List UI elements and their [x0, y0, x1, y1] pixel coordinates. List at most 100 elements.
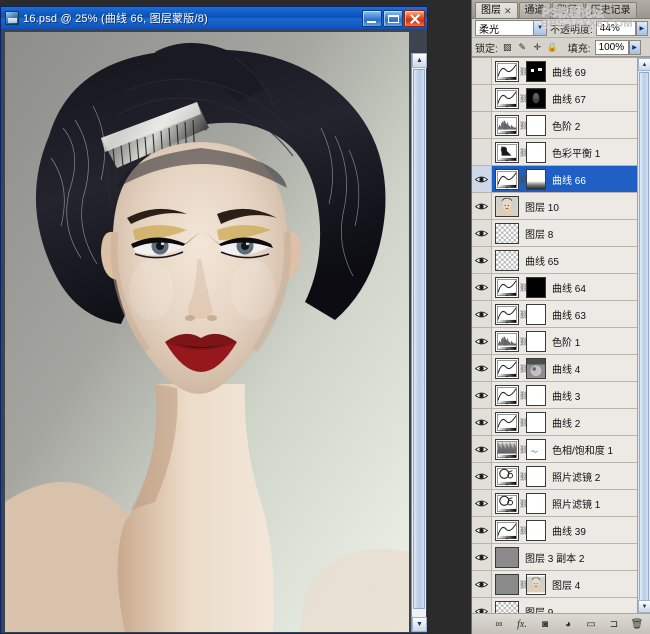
layer-thumbnail[interactable]: [495, 141, 519, 163]
layer-row[interactable]: ⛓ 曲线 4: [472, 355, 637, 382]
layer-mask-thumbnail[interactable]: [526, 87, 546, 109]
mask-link-icon[interactable]: ⛓: [519, 364, 529, 373]
layer-row[interactable]: ⛓ 曲线 67: [472, 85, 637, 112]
layer-mask-thumbnail[interactable]: [526, 411, 546, 433]
layers-vertical-scrollbar[interactable]: ▲ ▼: [637, 58, 650, 613]
lock-transparent-pixels-icon[interactable]: ▨: [502, 42, 513, 53]
layer-row[interactable]: ⛓ 曲线 64: [472, 274, 637, 301]
layer-visibility-toggle[interactable]: [472, 139, 492, 165]
layer-thumbnail[interactable]: [495, 438, 519, 460]
layer-mask-thumbnail[interactable]: [526, 168, 546, 190]
tab-history[interactable]: 历史记录: [584, 2, 637, 18]
layer-thumbnail[interactable]: [495, 60, 519, 82]
layer-row[interactable]: ⛓ 曲线 69: [472, 58, 637, 85]
mask-link-icon[interactable]: ⛓: [519, 445, 529, 454]
layer-mask-thumbnail[interactable]: [526, 465, 546, 487]
layer-list[interactable]: ⛓ 曲线 69 ⛓ 曲线 67 ⛓ 色阶 2 ⛓ 色彩平衡 1 ⛓ 曲线 66 图层 10 图层 8 曲…: [472, 57, 650, 613]
layer-thumbnail[interactable]: [495, 546, 519, 568]
layer-thumbnail[interactable]: [495, 465, 519, 487]
layer-mask-thumbnail[interactable]: ～: [526, 438, 546, 460]
layer-visibility-toggle[interactable]: [472, 274, 492, 300]
add-layer-style-icon[interactable]: fx.: [515, 617, 529, 631]
document-vertical-scrollbar[interactable]: ▲ ▼: [411, 53, 427, 632]
mask-link-icon[interactable]: ⛓: [519, 283, 529, 292]
layer-row[interactable]: ⛓ 图层 4: [472, 571, 637, 598]
mask-link-icon[interactable]: ⛓: [519, 67, 529, 76]
link-layers-icon[interactable]: ∞: [492, 617, 506, 631]
scroll-up-arrow-icon[interactable]: ▲: [412, 53, 427, 68]
layer-row[interactable]: ⛓ 曲线 3: [472, 382, 637, 409]
layers-scroll-thumb[interactable]: [639, 72, 649, 613]
layer-mask-thumbnail[interactable]: [526, 519, 546, 541]
layer-row[interactable]: 图层 8: [472, 220, 637, 247]
layer-thumbnail[interactable]: [495, 573, 519, 595]
document-scroll-thumb[interactable]: [413, 69, 425, 609]
layer-visibility-toggle[interactable]: [472, 328, 492, 354]
layer-visibility-toggle[interactable]: [472, 85, 492, 111]
lock-all-icon[interactable]: 🔒: [547, 42, 558, 53]
layer-row[interactable]: ⛓ 曲线 39: [472, 517, 637, 544]
layer-row[interactable]: ⛓ 色阶 2: [472, 112, 637, 139]
mask-link-icon[interactable]: ⛓: [519, 94, 529, 103]
delete-layer-icon[interactable]: 🗑: [630, 617, 644, 631]
layer-visibility-toggle[interactable]: [472, 436, 492, 462]
layer-visibility-toggle[interactable]: [472, 220, 492, 246]
layer-thumbnail[interactable]: [495, 168, 519, 190]
mask-link-icon[interactable]: ⛓: [519, 580, 529, 589]
document-window[interactable]: 16.psd @ 25% (曲线 66, 图层蒙版/8) ▲ ▼: [0, 6, 428, 634]
mask-link-icon[interactable]: ⛓: [519, 526, 529, 535]
mask-link-icon[interactable]: ⛓: [519, 148, 529, 157]
layer-visibility-toggle[interactable]: [472, 490, 492, 516]
layer-visibility-toggle[interactable]: [472, 193, 492, 219]
layer-thumbnail[interactable]: [495, 222, 519, 244]
opacity-input[interactable]: 44% ▶: [595, 20, 648, 36]
blend-mode-select[interactable]: 柔光 ▼: [475, 20, 547, 36]
layer-visibility-toggle[interactable]: [472, 112, 492, 138]
image-canvas[interactable]: [5, 32, 409, 632]
layer-thumbnail[interactable]: [495, 87, 519, 109]
layer-visibility-toggle[interactable]: [472, 247, 492, 273]
add-layer-mask-icon[interactable]: ◙: [538, 617, 552, 631]
lock-position-icon[interactable]: ✛: [532, 42, 543, 53]
maximize-button[interactable]: [383, 9, 403, 27]
layer-thumbnail[interactable]: [495, 384, 519, 406]
layer-mask-thumbnail[interactable]: [526, 573, 546, 595]
layer-mask-thumbnail[interactable]: [526, 276, 546, 298]
layer-row[interactable]: ⛓ 照片滤镜 2: [472, 463, 637, 490]
layer-visibility-toggle[interactable]: [472, 463, 492, 489]
layer-thumbnail[interactable]: [495, 411, 519, 433]
layer-mask-thumbnail[interactable]: [526, 330, 546, 352]
minimize-button[interactable]: [362, 9, 382, 27]
lock-image-pixels-icon[interactable]: ✎: [517, 42, 528, 53]
layer-mask-thumbnail[interactable]: [526, 492, 546, 514]
layer-mask-thumbnail[interactable]: [526, 357, 546, 379]
mask-link-icon[interactable]: ⛓: [519, 175, 529, 184]
close-icon[interactable]: ✕: [504, 3, 512, 19]
layer-visibility-toggle[interactable]: [472, 517, 492, 543]
layer-thumbnail[interactable]: [495, 303, 519, 325]
layer-visibility-toggle[interactable]: [472, 571, 492, 597]
mask-link-icon[interactable]: ⛓: [519, 337, 529, 346]
mask-link-icon[interactable]: ⛓: [519, 310, 529, 319]
new-group-icon[interactable]: ▭: [584, 617, 598, 631]
layer-thumbnail[interactable]: [495, 357, 519, 379]
layer-mask-thumbnail[interactable]: [526, 114, 546, 136]
layer-thumbnail[interactable]: [495, 249, 519, 271]
layer-row[interactable]: 图层 9: [472, 598, 637, 613]
layer-row[interactable]: ⛓ 曲线 2: [472, 409, 637, 436]
layer-visibility-toggle[interactable]: [472, 355, 492, 381]
new-layer-icon[interactable]: ⊐: [607, 617, 621, 631]
chevron-down-icon[interactable]: ▼: [533, 21, 546, 35]
layer-visibility-toggle[interactable]: [472, 382, 492, 408]
tab-layers[interactable]: 图层 ✕: [475, 2, 518, 18]
layers-scroll-up-icon[interactable]: ▲: [638, 58, 650, 71]
mask-link-icon[interactable]: ⛓: [519, 121, 529, 130]
layer-visibility-toggle[interactable]: [472, 166, 492, 192]
document-titlebar[interactable]: 16.psd @ 25% (曲线 66, 图层蒙版/8): [1, 7, 427, 29]
mask-link-icon[interactable]: ⛓: [519, 472, 529, 481]
layer-thumbnail[interactable]: [495, 195, 519, 217]
layers-scroll-down-icon[interactable]: ▼: [638, 600, 650, 613]
new-adjustment-layer-icon[interactable]: ◕: [561, 617, 575, 631]
layer-row[interactable]: ⛓ ～ 色相/饱和度 1: [472, 436, 637, 463]
layer-visibility-toggle[interactable]: [472, 598, 492, 613]
